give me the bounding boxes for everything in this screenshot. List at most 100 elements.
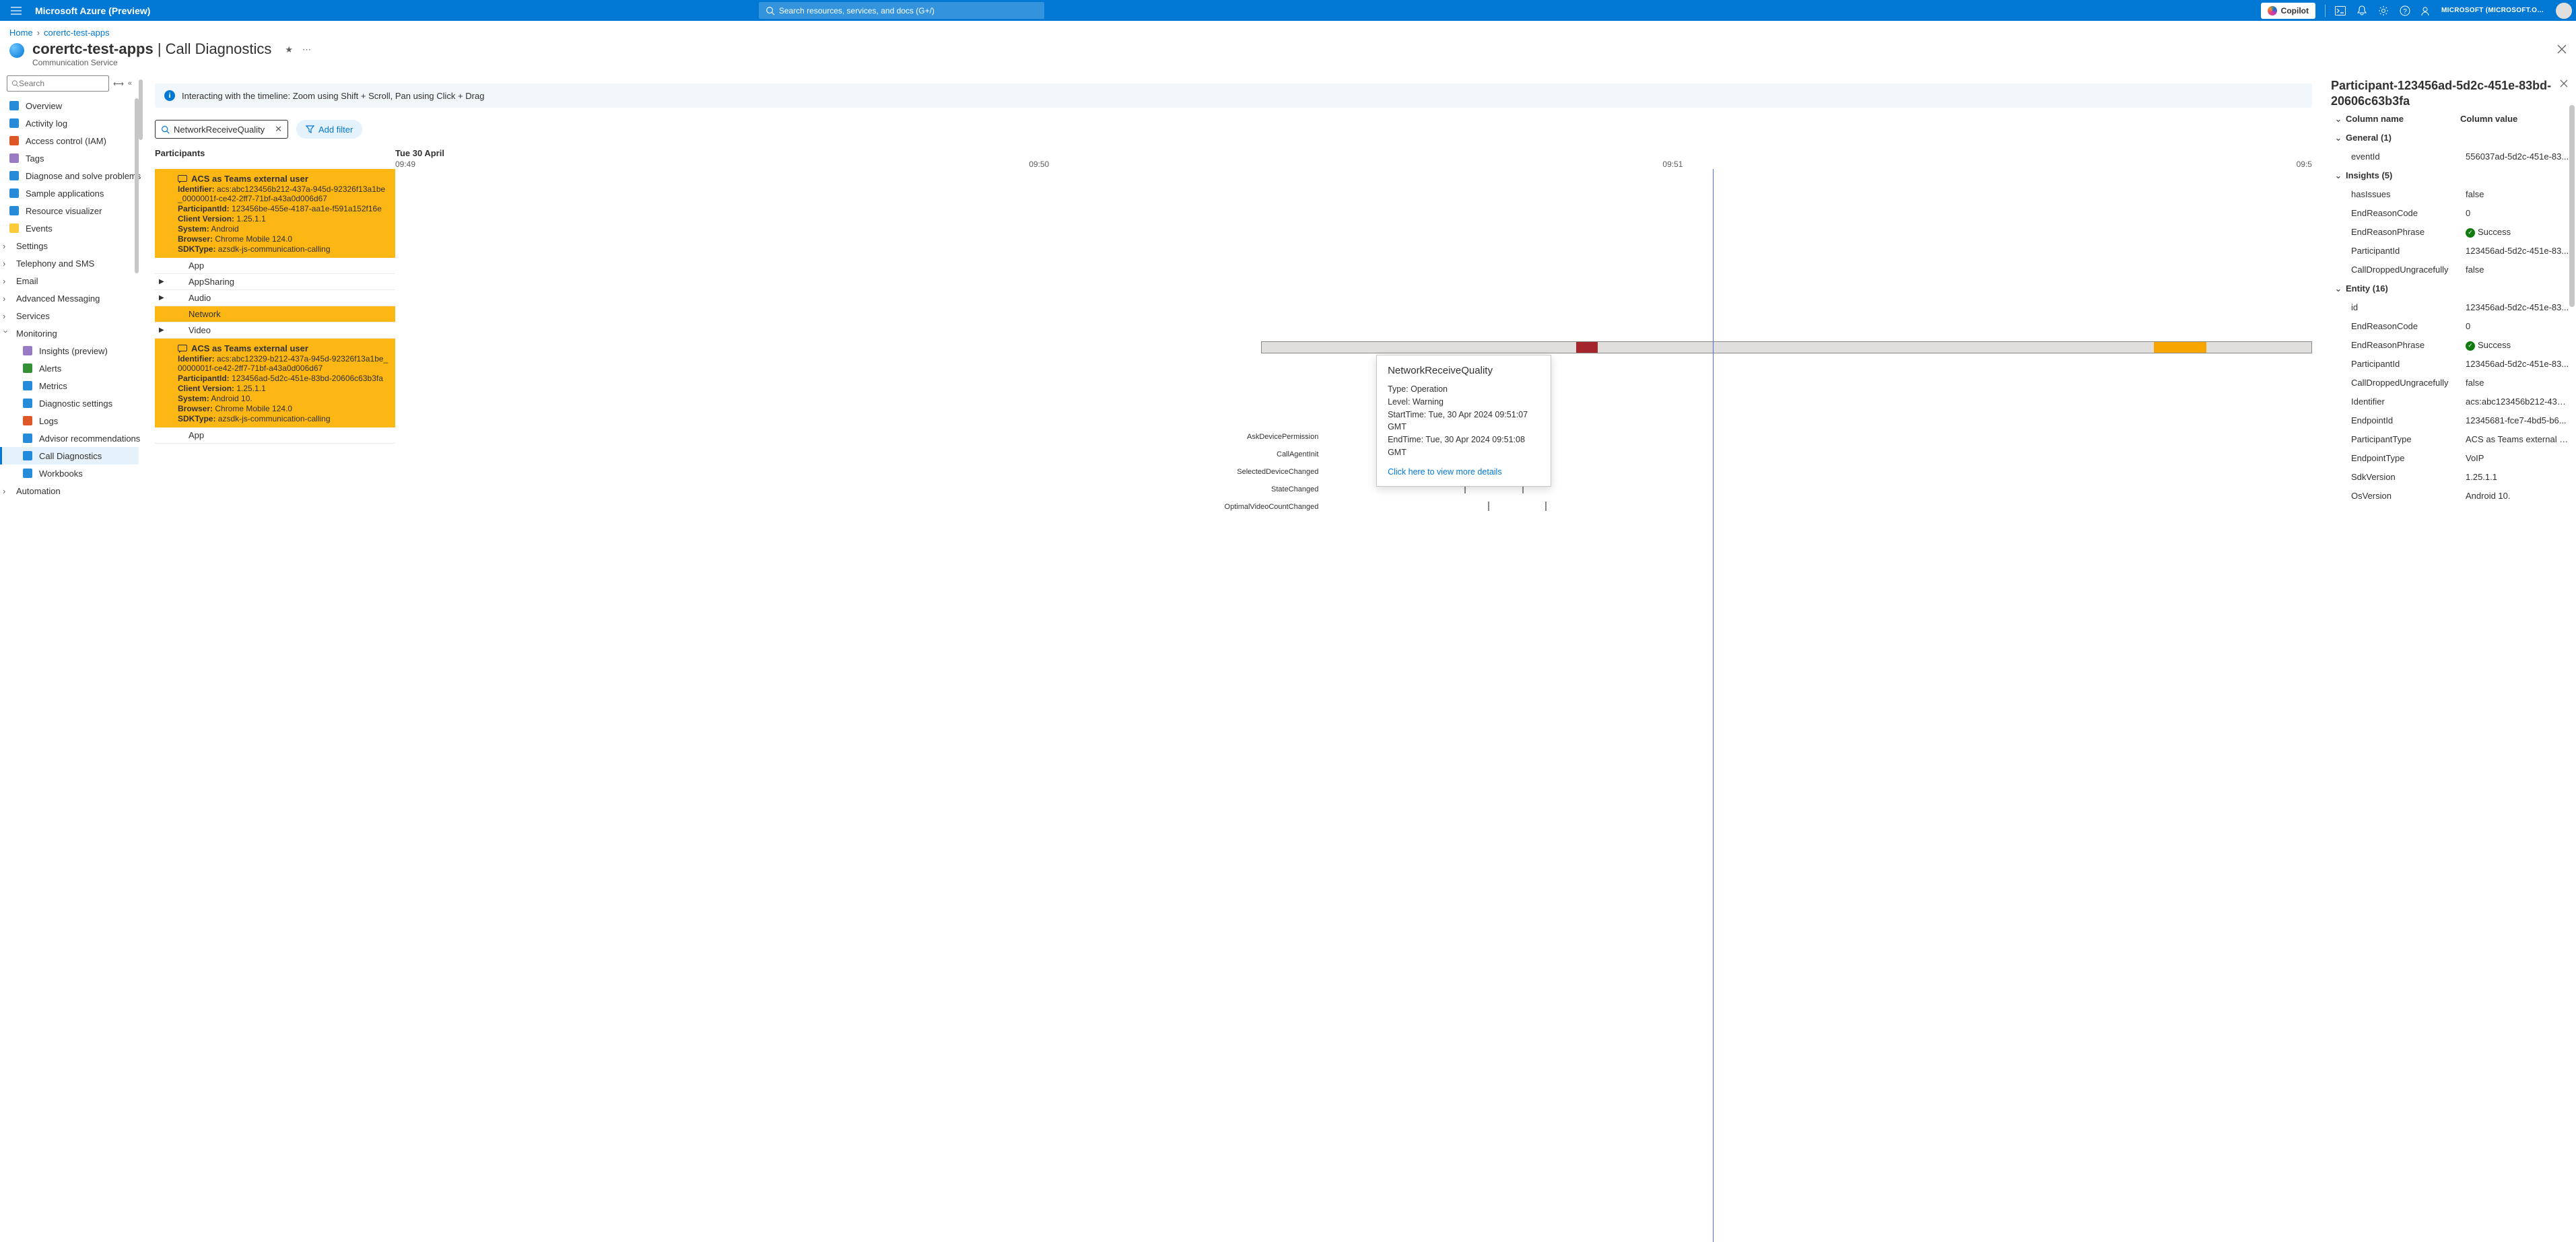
filter-input[interactable]: NetworkReceiveQuality ✕ bbox=[155, 120, 288, 139]
nav-item-icon bbox=[9, 188, 19, 198]
page-subtitle: Communication Service bbox=[32, 58, 271, 67]
details-section-header[interactable]: ⌄Entity (16) bbox=[2331, 279, 2571, 298]
group-row-app[interactable]: App bbox=[155, 258, 395, 274]
chevron-down-icon[interactable]: ⌄ bbox=[2331, 114, 2346, 125]
group-row-app[interactable]: App bbox=[155, 427, 395, 444]
sidebar-item-services[interactable]: Services bbox=[0, 307, 139, 324]
global-search[interactable]: Search resources, services, and docs (G+… bbox=[759, 2, 1044, 19]
time-tick: 09:50 bbox=[1029, 160, 1049, 169]
details-row: OsVersionAndroid 10. bbox=[2331, 487, 2571, 506]
sidebar-item-label: Resource visualizer bbox=[26, 206, 102, 216]
sidebar-item-advisor-recommendations[interactable]: Advisor recommendations bbox=[0, 429, 139, 447]
clear-filter-button[interactable]: ✕ bbox=[275, 124, 282, 135]
participant-block[interactable]: ▼ACS as Teams external userIdentifier: a… bbox=[155, 339, 395, 427]
expand-icon[interactable]: ⟷ bbox=[113, 79, 124, 88]
avatar[interactable] bbox=[2556, 3, 2572, 19]
details-section-header[interactable]: ⌄General (1) bbox=[2331, 129, 2571, 147]
participants-header: Participants bbox=[155, 148, 395, 168]
favorite-star[interactable]: ★ bbox=[285, 44, 293, 55]
nav-item-icon bbox=[9, 101, 19, 110]
menu-button[interactable] bbox=[0, 7, 32, 15]
sidebar-item-diagnose-and-solve-problems[interactable]: Diagnose and solve problems bbox=[0, 167, 139, 184]
sidebar-item-activity-log[interactable]: Activity log bbox=[0, 114, 139, 132]
group-row-appsharing[interactable]: ▶AppSharing bbox=[155, 274, 395, 290]
details-row: ParticipantTypeACS as Teams external use… bbox=[2331, 430, 2571, 449]
sidebar-item-events[interactable]: Events bbox=[0, 219, 139, 237]
breadcrumb: Home › corertc-test-apps bbox=[0, 21, 2576, 40]
notifications-button[interactable] bbox=[2351, 0, 2373, 21]
sidebar-search-input[interactable] bbox=[19, 79, 104, 88]
search-icon bbox=[766, 6, 775, 15]
collapse-sidebar-button[interactable]: « bbox=[128, 79, 132, 88]
info-icon: i bbox=[164, 90, 175, 101]
crumb-home[interactable]: Home bbox=[9, 28, 33, 38]
group-row-network[interactable]: Network bbox=[155, 306, 395, 322]
sidebar-item-advanced-messaging[interactable]: Advanced Messaging bbox=[0, 289, 139, 307]
help-button[interactable]: ? bbox=[2394, 0, 2416, 21]
group-row-video[interactable]: ▶Video bbox=[155, 322, 395, 339]
sidebar-item-settings[interactable]: Settings bbox=[0, 237, 139, 254]
global-search-placeholder: Search resources, services, and docs (G+… bbox=[779, 6, 935, 15]
copilot-button[interactable]: Copilot bbox=[2261, 3, 2315, 19]
nav-item-icon bbox=[9, 153, 19, 163]
sidebar-item-overview[interactable]: Overview bbox=[0, 97, 139, 114]
details-scrollbar[interactable] bbox=[2569, 105, 2575, 307]
chevron-right-icon[interactable]: ▶ bbox=[159, 294, 164, 302]
sidebar-item-alerts[interactable]: Alerts bbox=[0, 359, 139, 377]
participant-title: ACS as Teams external user bbox=[178, 343, 388, 353]
sidebar-item-label: Access control (IAM) bbox=[26, 136, 106, 146]
sidebar-item-telephony-and-sms[interactable]: Telephony and SMS bbox=[0, 254, 139, 272]
sidebar-item-access-control-iam-[interactable]: Access control (IAM) bbox=[0, 132, 139, 149]
sidebar-item-call-diagnostics[interactable]: Call Diagnostics bbox=[0, 447, 139, 464]
sidebar-item-label: Call Diagnostics bbox=[39, 451, 102, 461]
warning-segment bbox=[2154, 342, 2206, 353]
chevron-down-icon[interactable]: ⌄ bbox=[2331, 283, 2346, 294]
participant-title: ACS as Teams external user bbox=[178, 174, 388, 184]
details-row: ParticipantId123456ad-5d2c-451e-83... bbox=[2331, 355, 2571, 374]
sidebar-item-email[interactable]: Email bbox=[0, 272, 139, 289]
sidebar-item-label: Advanced Messaging bbox=[16, 294, 100, 304]
participant-field: System: Android bbox=[178, 224, 388, 234]
sidebar-item-metrics[interactable]: Metrics bbox=[0, 377, 139, 394]
sidebar-item-diagnostic-settings[interactable]: Diagnostic settings bbox=[0, 394, 139, 412]
sidebar-item-automation[interactable]: Automation bbox=[0, 482, 139, 499]
settings-button[interactable] bbox=[2373, 0, 2394, 21]
nav-item-icon bbox=[23, 364, 32, 373]
group-row-audio[interactable]: ▶Audio bbox=[155, 290, 395, 306]
person-feedback-icon bbox=[2421, 5, 2432, 16]
participant-block[interactable]: ▼ACS as Teams external userIdentifier: a… bbox=[155, 169, 395, 258]
sidebar-item-sample-applications[interactable]: Sample applications bbox=[0, 184, 139, 202]
crumb-current[interactable]: corertc-test-apps bbox=[44, 28, 110, 38]
sidebar-item-logs[interactable]: Logs bbox=[0, 412, 139, 429]
chevron-right-icon[interactable]: ▶ bbox=[159, 278, 164, 285]
more-actions[interactable]: ⋯ bbox=[302, 44, 311, 55]
details-row: CallDroppedUngracefullyfalse bbox=[2331, 374, 2571, 392]
cloud-shell-button[interactable] bbox=[2330, 0, 2351, 21]
bell-icon bbox=[2357, 5, 2367, 16]
quality-bar[interactable] bbox=[1261, 341, 2312, 353]
sidebar-item-resource-visualizer[interactable]: Resource visualizer bbox=[0, 202, 139, 219]
feedback-button[interactable] bbox=[2416, 0, 2437, 21]
sidebar-item-label: Telephony and SMS bbox=[16, 258, 94, 269]
sidebar-item-tags[interactable]: Tags bbox=[0, 149, 139, 167]
close-details-button[interactable] bbox=[2560, 79, 2568, 88]
search-icon bbox=[161, 125, 170, 134]
add-filter-button[interactable]: Add filter bbox=[296, 120, 362, 139]
chevron-down-icon[interactable]: ⌄ bbox=[2331, 170, 2346, 181]
sidebar-item-monitoring[interactable]: Monitoring bbox=[0, 324, 139, 342]
sidebar-search[interactable] bbox=[7, 75, 109, 92]
playhead[interactable] bbox=[1713, 169, 1714, 1242]
resource-icon bbox=[9, 43, 24, 58]
details-section-header[interactable]: ⌄Insights (5) bbox=[2331, 166, 2571, 185]
sidebar-scrollbar[interactable] bbox=[135, 98, 139, 273]
event-marker[interactable] bbox=[1545, 502, 1547, 511]
chevron-down-icon[interactable]: ⌄ bbox=[2331, 133, 2346, 143]
sidebar-item-insights-preview-[interactable]: Insights (preview) bbox=[0, 342, 139, 359]
close-blade-button[interactable] bbox=[2557, 40, 2567, 54]
account-label[interactable]: MICROSOFT (MICROSOFT.ONMI... bbox=[2437, 7, 2552, 14]
chevron-right-icon[interactable]: ▶ bbox=[159, 326, 164, 334]
sidebar-item-workbooks[interactable]: Workbooks bbox=[0, 464, 139, 482]
tooltip-details-link[interactable]: Click here to view more details bbox=[1388, 467, 1540, 477]
event-marker[interactable] bbox=[1488, 502, 1489, 511]
nav-item-icon bbox=[9, 206, 19, 215]
